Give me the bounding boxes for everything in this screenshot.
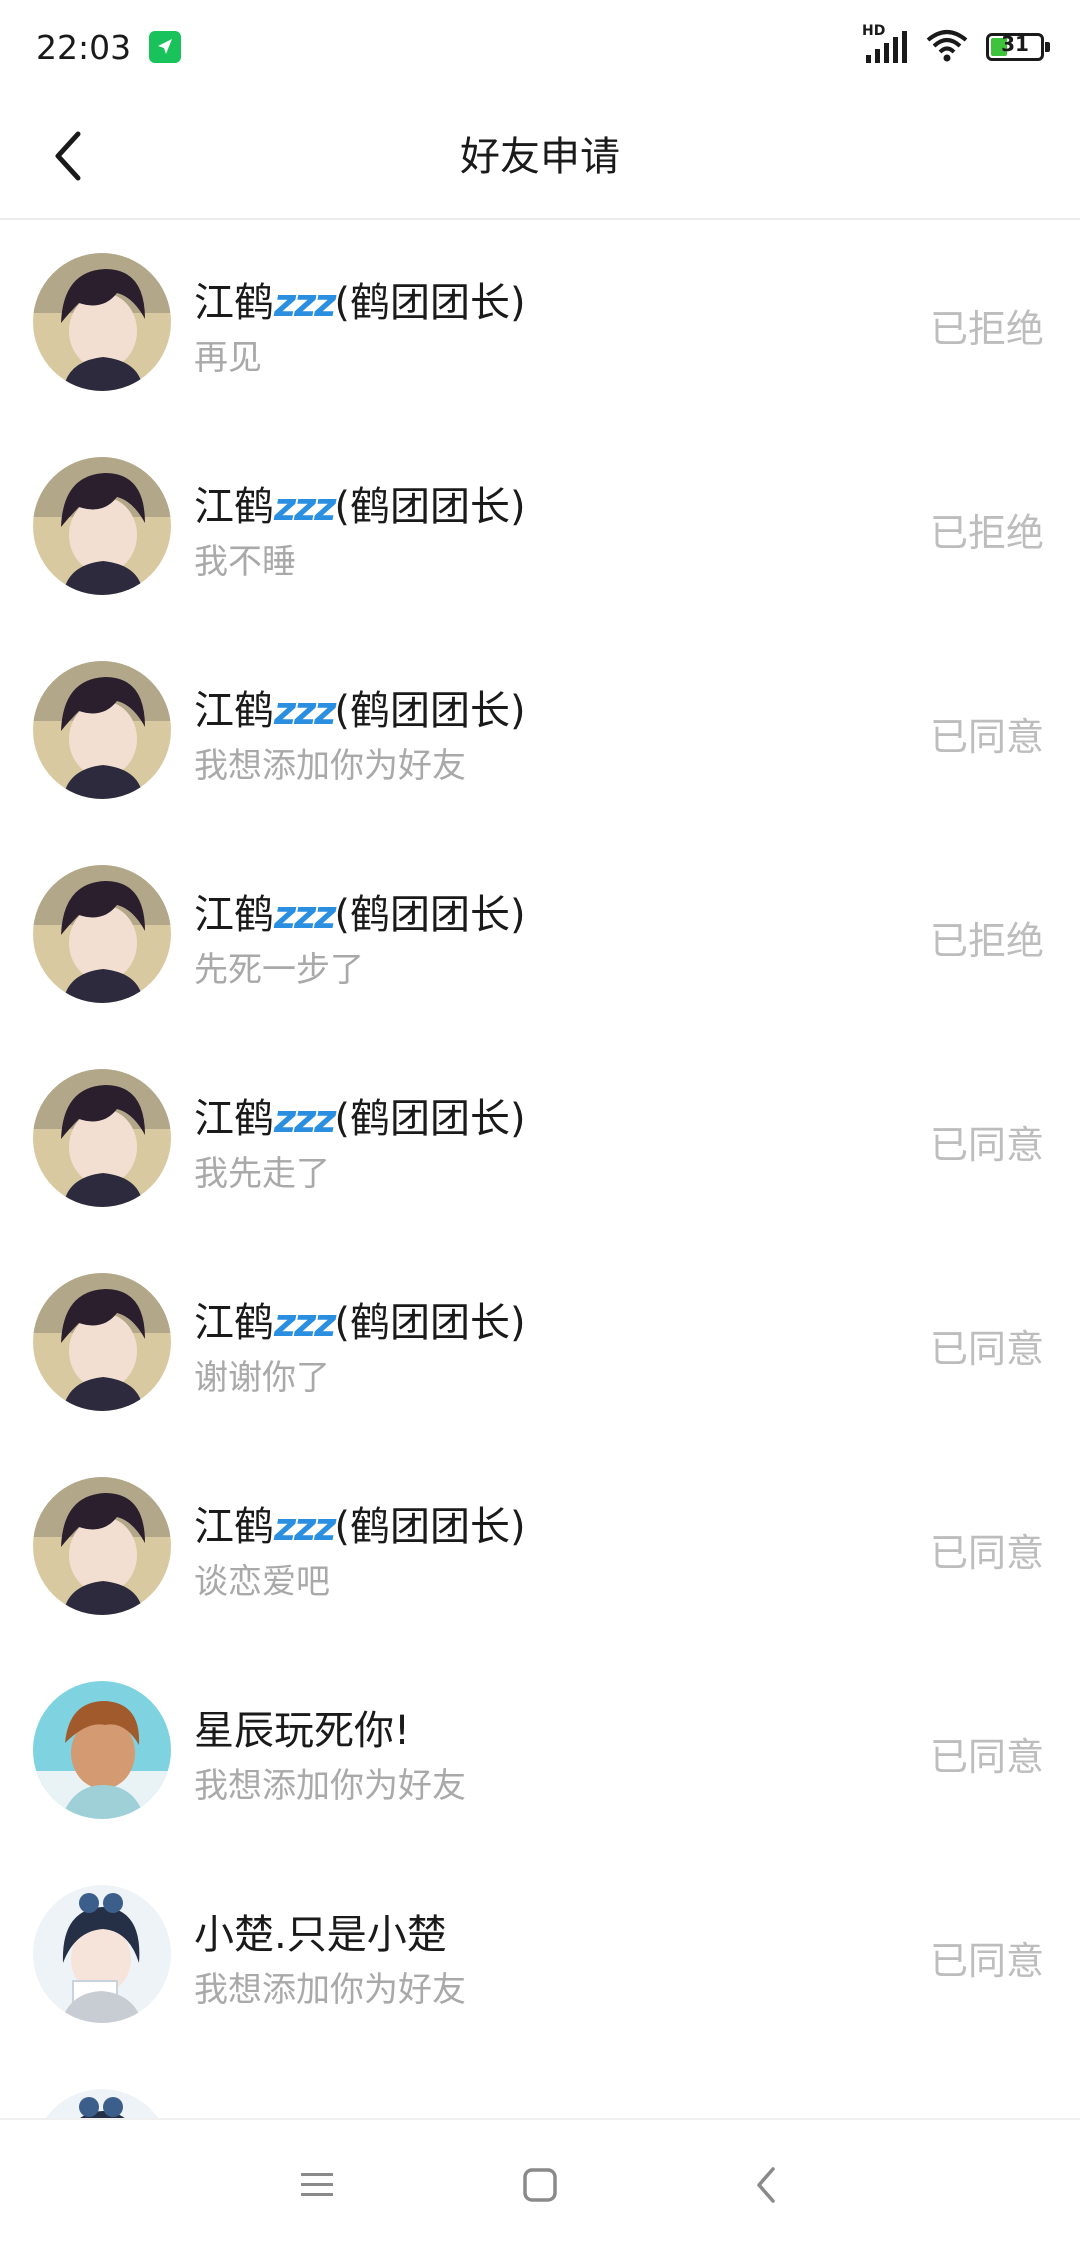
request-message: 再见: [194, 338, 262, 378]
status-bar: 22:03 HD 31: [0, 0, 1080, 94]
battery-icon: 31: [986, 32, 1050, 61]
list-item[interactable]: 江鹤zᴢz(鹤团团长) 再见 已拒绝: [0, 220, 1080, 424]
request-name: 江鹤zᴢz(鹤团团长): [194, 1096, 526, 1142]
send-notification-icon: [149, 31, 182, 63]
list-item[interactable]: 星辰玩死你! 我想添加你为好友 已同意: [0, 1648, 1080, 1852]
request-message: 谈恋爱吧: [194, 1562, 330, 1602]
list-item[interactable]: 小楚.只是小楚: [0, 2056, 1080, 2118]
request-status: 已同意: [929, 1327, 1044, 1371]
avatar[interactable]: [33, 2089, 171, 2118]
system-nav-bar: [0, 2118, 1080, 2248]
wifi-icon: [926, 28, 968, 66]
request-name: 星辰玩死你!: [194, 1708, 411, 1754]
avatar[interactable]: [33, 1477, 171, 1615]
home-button[interactable]: [505, 2150, 575, 2220]
request-message: 先死一步了: [194, 950, 364, 990]
request-status: 已拒绝: [929, 511, 1044, 555]
avatar[interactable]: [33, 457, 171, 595]
avatar[interactable]: [33, 253, 171, 391]
sleep-icon: zᴢz: [274, 1097, 336, 1141]
avatar[interactable]: [33, 661, 171, 799]
sleep-icon: zᴢz: [274, 281, 336, 325]
battery-level: 31: [1001, 32, 1029, 56]
clock: 22:03: [36, 27, 132, 67]
request-name: 江鹤zᴢz(鹤团团长): [194, 892, 526, 938]
avatar[interactable]: [33, 1681, 171, 1819]
sleep-icon: zᴢz: [274, 689, 336, 733]
request-status: 已拒绝: [929, 307, 1044, 351]
page-title: 好友申请: [460, 134, 620, 180]
list-item[interactable]: 江鹤zᴢz(鹤团团长) 谈恋爱吧 已同意: [0, 1444, 1080, 1648]
list-item[interactable]: 江鹤zᴢz(鹤团团长) 我不睡 已拒绝: [0, 424, 1080, 628]
list-item[interactable]: 江鹤zᴢz(鹤团团长) 我先走了 已同意: [0, 1036, 1080, 1240]
list-item[interactable]: 江鹤zᴢz(鹤团团长) 先死一步了 已拒绝: [0, 832, 1080, 1036]
request-status: 已同意: [929, 1123, 1044, 1167]
avatar[interactable]: [33, 1069, 171, 1207]
avatar[interactable]: [33, 1885, 171, 2023]
request-message: 我不睡: [194, 542, 296, 582]
friend-request-list[interactable]: 江鹤zᴢz(鹤团团长) 再见 已拒绝 江鹤zᴢz(鹤团团长) 我不睡 已拒绝 江…: [0, 220, 1080, 2118]
header: 好友申请: [0, 94, 1080, 220]
request-name: 江鹤zᴢz(鹤团团长): [194, 688, 526, 734]
home-square-icon: [523, 2168, 557, 2202]
menu-button[interactable]: [282, 2150, 352, 2220]
request-name: 江鹤zᴢz(鹤团团长): [194, 1300, 526, 1346]
request-name: 江鹤zᴢz(鹤团团长): [194, 1504, 526, 1550]
avatar[interactable]: [33, 865, 171, 1003]
sleep-icon: zᴢz: [274, 485, 336, 529]
menu-icon: [301, 2173, 333, 2196]
avatar[interactable]: [33, 1273, 171, 1411]
status-right: HD 31: [862, 23, 1050, 66]
request-status: 已同意: [929, 1531, 1044, 1575]
request-status: 已同意: [929, 1939, 1044, 1983]
sleep-icon: zᴢz: [274, 1301, 336, 1345]
list-item[interactable]: 江鹤zᴢz(鹤团团长) 谢谢你了 已同意: [0, 1240, 1080, 1444]
request-message: 谢谢你了: [194, 1358, 330, 1398]
request-message: 我先走了: [194, 1154, 330, 1194]
nav-back-button[interactable]: [731, 2150, 801, 2220]
request-name: 江鹤zᴢz(鹤团团长): [194, 484, 526, 530]
list-item[interactable]: 江鹤zᴢz(鹤团团长) 我想添加你为好友 已同意: [0, 628, 1080, 832]
request-name: 小楚.只是小楚: [194, 1912, 447, 1958]
list-item[interactable]: 小楚.只是小楚 我想添加你为好友 已同意: [0, 1852, 1080, 2056]
sleep-icon: zᴢz: [274, 893, 336, 937]
request-message: 我想添加你为好友: [194, 1970, 466, 2010]
sleep-icon: zᴢz: [274, 1505, 336, 1549]
request-status: 已同意: [929, 1735, 1044, 1779]
request-status: 已同意: [929, 715, 1044, 759]
status-left: 22:03: [36, 27, 182, 67]
nav-back-icon: [757, 2167, 775, 2203]
request-status: 已拒绝: [929, 919, 1044, 963]
request-name: 江鹤zᴢz(鹤团团长): [194, 280, 526, 326]
request-message: 我想添加你为好友: [194, 1766, 466, 1806]
signal-icon: HD: [862, 23, 908, 65]
request-message: 我想添加你为好友: [194, 746, 466, 786]
request-name: 小楚.只是小楚: [194, 2106, 447, 2118]
